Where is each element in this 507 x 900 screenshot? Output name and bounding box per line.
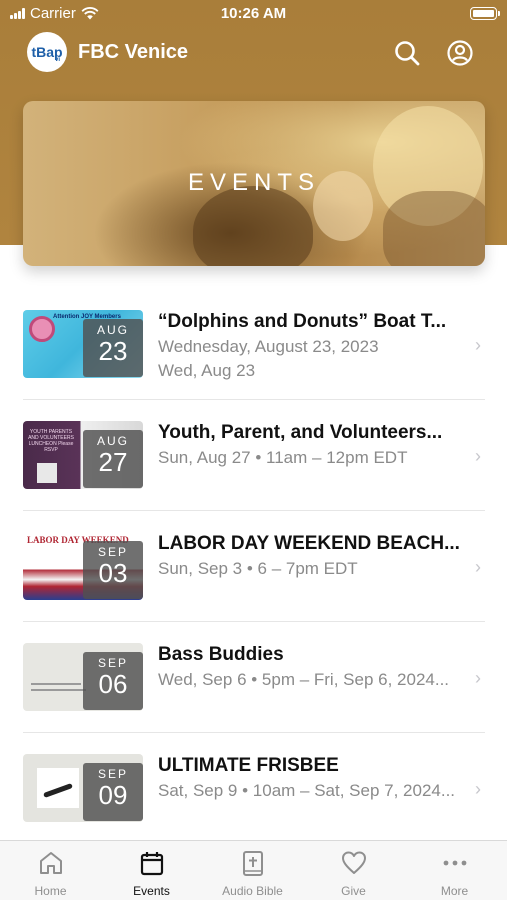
tab-give[interactable]: Give [303, 841, 404, 900]
bible-icon [242, 851, 263, 876]
date-month: AUG [96, 323, 129, 337]
battery-icon [470, 7, 500, 20]
event-row[interactable]: LABOR DAY WEEKEND SEP 03 LABOR DAY WEEKE… [0, 512, 507, 622]
chevron-right-icon: › [475, 668, 481, 688]
tab-label: Home [34, 884, 67, 898]
tab-more[interactable]: More [404, 841, 505, 900]
date-badge: SEP 03 [83, 541, 143, 599]
event-title: “Dolphins and Donuts” Boat T... [158, 311, 447, 332]
date-month: SEP [97, 656, 128, 670]
donut-image [29, 316, 55, 342]
thumb-text-line [31, 689, 86, 691]
event-date-line: Wed, Sep 6 • 5pm – Fri, Sep 6, 2024... [158, 670, 450, 689]
calendar-icon [140, 852, 163, 876]
search-button[interactable] [392, 38, 422, 68]
event-row[interactable]: SEP 06 Bass Buddies Wed, Sep 6 • 5pm – F… [0, 623, 507, 733]
tab-label: Events [133, 884, 170, 898]
church-logo[interactable]: tBap vi [27, 32, 67, 72]
thumb-text-line [31, 683, 81, 685]
date-day: 23 [98, 336, 128, 366]
tab-events[interactable]: Events [101, 841, 202, 900]
event-date-short: Wed, Aug 23 [158, 361, 256, 380]
row-divider [23, 399, 485, 400]
tab-audio-bible[interactable]: Audio Bible [202, 841, 303, 900]
date-month: SEP [97, 767, 128, 781]
chevron-right-icon: › [475, 446, 481, 466]
event-row[interactable]: Attention JOY Members AUG 23 “Dolphins a… [0, 290, 507, 400]
logo-subtext: vi [54, 57, 60, 63]
account-icon [447, 40, 473, 66]
player-silhouette [43, 783, 73, 798]
event-title: ULTIMATE FRISBEE [158, 755, 339, 776]
event-row[interactable]: YOUTH PARENTS AND VOLUNTEERS LUNCHEON Pl… [0, 401, 507, 511]
row-divider [23, 510, 485, 511]
tab-label: Give [341, 884, 366, 898]
tab-home[interactable]: Home [0, 841, 101, 900]
date-badge: AUG 23 [83, 319, 143, 377]
banner-photo-shape [193, 186, 313, 266]
frisbee-photo [37, 768, 79, 808]
event-title: LABOR DAY WEEKEND BEACH... [158, 533, 460, 554]
app-title: FBC Venice [78, 41, 189, 63]
event-date-line: Wednesday, August 23, 2023 [158, 337, 379, 356]
tab-label: Audio Bible [222, 884, 283, 898]
date-month: AUG [96, 434, 129, 448]
event-title: Bass Buddies [158, 644, 284, 665]
more-icon [443, 860, 466, 866]
chevron-right-icon: › [475, 779, 481, 799]
date-badge: SEP 06 [83, 652, 143, 710]
qr-code-image [37, 463, 57, 483]
status-bar: Carrier 10:26 AM [0, 0, 507, 28]
date-day: 03 [98, 558, 128, 588]
banner-title: EVENTS [187, 169, 321, 196]
event-date-line: Sun, Aug 27 • 11am – 12pm EDT [158, 448, 408, 467]
event-date-line: Sat, Sep 9 • 10am – Sat, Sep 7, 2024... [158, 781, 456, 800]
event-date-line: Sun, Sep 3 • 6 – 7pm EDT [158, 559, 358, 578]
events-banner: EVENTS [23, 101, 485, 266]
chevron-right-icon: › [475, 335, 481, 355]
home-icon [39, 852, 62, 874]
banner-photo-shape [383, 191, 485, 266]
profile-button[interactable] [445, 38, 475, 68]
tab-label: More [440, 884, 469, 898]
date-month: SEP [97, 545, 128, 559]
event-row[interactable]: SEP 09 ULTIMATE FRISBEE Sat, Sep 9 • 10a… [0, 734, 507, 844]
row-divider [23, 621, 485, 622]
date-day: 09 [98, 780, 128, 810]
date-badge: SEP 09 [83, 763, 143, 821]
tab-bar: Home Events Audio Bible Give More [0, 840, 507, 900]
date-day: 06 [98, 669, 128, 699]
heart-icon [341, 851, 366, 874]
thumb-caption: YOUTH PARENTS AND VOLUNTEERS LUNCHEON Pl… [28, 429, 74, 453]
chevron-right-icon: › [475, 557, 481, 577]
date-badge: AUG 27 [83, 430, 143, 488]
row-divider [23, 732, 485, 733]
search-icon [395, 41, 420, 66]
app-bar: tBap vi FBC Venice [0, 32, 507, 74]
date-day: 27 [98, 447, 128, 477]
status-time: 10:26 AM [220, 5, 287, 22]
event-title: Youth, Parent, and Volunteers... [158, 422, 443, 443]
